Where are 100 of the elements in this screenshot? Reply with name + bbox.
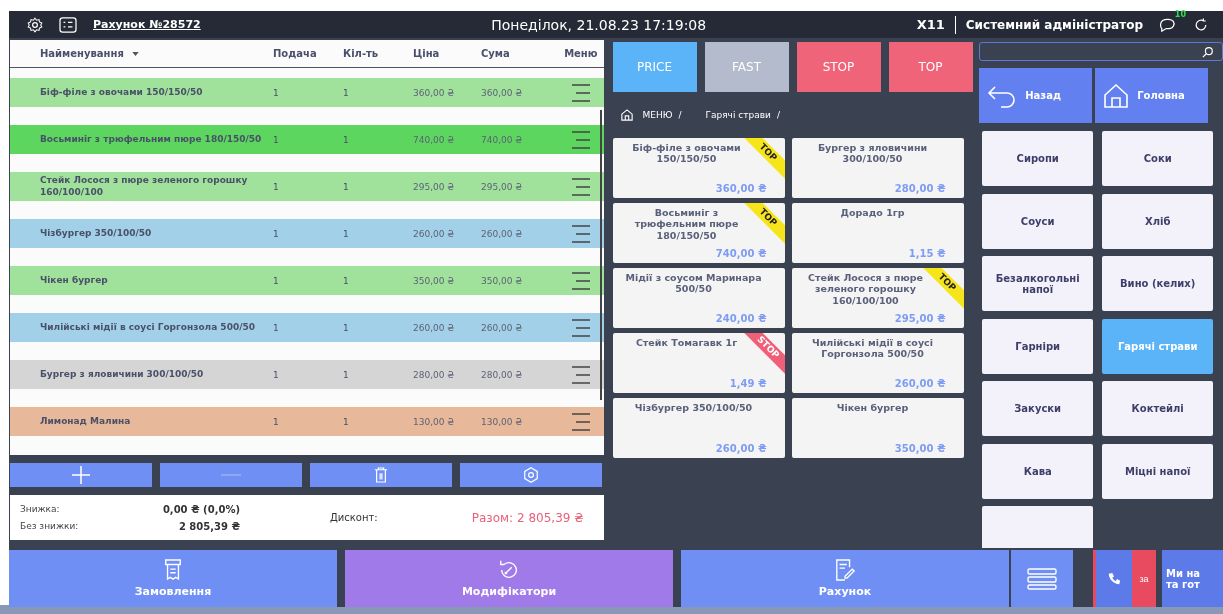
price-cell-text: 260,00 ₴ [413,322,456,333]
order-row[interactable]: Лимонад Малина 1 1 130,00 ₴ 130,00 ₴ [10,407,604,436]
menu-icon [1027,566,1057,591]
product-price: 1,49 ₴ [729,378,767,389]
breadcrumb-separator: / [776,110,780,120]
category-tile[interactable]: Соки [1102,131,1214,186]
product-tile[interactable]: Чилійські мідії в соусі Горгонзола 500/50 260,00 ₴ [791,333,964,393]
call-button[interactable]: за [1132,550,1156,607]
price-cell-text: 295,00 ₴ [413,181,456,192]
order-row[interactable]: Чилійські мідії в соусі Горгонзола 500/50 1 1 260,00 ₴ 260,00 ₴ [10,313,604,342]
column-header[interactable]: Меню [556,48,604,59]
order-row[interactable]: Чізбургер 350/100/50 1 1 260,00 ₴ 260,00 ₴ [10,219,604,248]
filter-button[interactable]: TOP [888,42,973,92]
category-tile[interactable]: Гарніри [982,318,1094,374]
product-name: Чилійські мідії в соусі Горгонзола 500/50 [811,337,934,360]
bottom-action-button[interactable]: Замовлення [9,550,337,607]
phone-button[interactable] [1096,550,1132,607]
column-header[interactable]: Найменування [40,48,273,59]
discount-card-label: Дисконт: [330,512,378,523]
price-cell-text: 360,00 ₴ [413,87,456,98]
settings-icon[interactable] [27,16,43,33]
settings-button[interactable] [460,463,602,487]
product-tile[interactable]: Дорадо 1гр 1,15 ₴ [791,203,964,263]
sum-cell-text: 260,00 ₴ [481,228,524,239]
order-row[interactable]: Чікен бургер 1 1 350,00 ₴ 350,00 ₴ [10,266,604,295]
category-tile[interactable]: Закуски [982,381,1094,436]
menu-icon[interactable] [569,270,592,291]
refresh-icon[interactable] [1193,16,1209,33]
serving-cell-text: 1 [273,369,280,380]
product-name: Стейк Томагавк 1г [635,337,738,349]
item-name: Восьминіг з трюфельним пюре 180/150/50 [40,133,263,146]
price-cell-text: 130,00 ₴ [413,416,456,427]
category-tile[interactable]: Кава [982,443,1094,499]
sort-icon[interactable] [131,51,139,56]
quantity-cell-text: 1 [343,322,350,333]
product-tile[interactable]: Бургер з яловичини 300/100/50 280,00 ₴ [791,138,964,198]
product-tile[interactable]: Чізбургер 350/100/50 260,00 ₴ [612,398,785,458]
list-icon[interactable] [59,16,77,33]
breadcrumb-link[interactable]: МЕНЮ [642,110,673,120]
item-name: Чізбургер 350/100/50 [40,227,153,240]
category-tile[interactable]: Міцні напої [1102,443,1214,499]
receipt-icon [163,559,183,581]
home-button[interactable]: Головна [1095,68,1209,123]
price-cell-text: 260,00 ₴ [413,228,456,239]
item-name: Лимонад Малина [40,415,132,428]
chat-icon[interactable] [1159,16,1177,33]
category-tile[interactable]: Коктейлі [1102,381,1214,436]
discount-label: Знижка: [20,503,60,515]
category-tile[interactable]: Вино (келих) [1102,256,1214,311]
category-tile[interactable] [982,506,1094,548]
order-row[interactable]: Стейк Лосося з пюре зеленого горошку 160/100/100 1 1 295,00 ₴ 295,00 ₴ [10,172,604,201]
sum-cell-text: 360,00 ₴ [481,87,524,98]
bottom-action-button[interactable]: Рахунок [681,550,1009,607]
quantity-cell-text: 1 [343,134,350,145]
column-header[interactable]: Ціна [413,48,481,59]
category-tile[interactable]: Сиропи [982,131,1094,186]
menu-icon[interactable] [569,82,592,103]
category-tile[interactable]: Безалкогольні напої [982,256,1094,311]
back-arrow-icon [987,83,1018,108]
sum-cell-text: 350,00 ₴ [481,275,524,286]
column-header[interactable]: Кіл-ть [343,48,413,59]
total-amount: Разом: 2 805,39 ₴ [471,510,584,525]
column-header[interactable]: Подача [273,48,343,59]
menu-button[interactable] [1011,550,1073,607]
quantity-cell-text: 1 [343,416,350,427]
bill-title[interactable]: Рахунок №28572 [93,18,201,31]
order-row[interactable]: Восьминіг з трюфельним пюре 180/150/50 1 1 740,00 ₴ 740,00 ₴ [10,125,604,154]
quantity-cell-text: 1 [343,181,350,192]
product-tile[interactable]: Мідії з соусом Маринара 500/50 240,00 ₴ [612,268,785,328]
product-price: 295,00 ₴ [894,313,946,324]
column-header[interactable]: Сума [481,48,556,59]
breadcrumb-link[interactable]: Гарячі страви [705,110,771,120]
filter-button[interactable]: STOP [796,42,881,92]
serving-cell-text: 1 [273,322,280,333]
order-row[interactable]: Біф-філе з овочами 150/150/50 1 1 360,00 ₴ 360,00 ₴ [10,78,604,107]
menu-icon[interactable] [569,176,592,197]
category-tile[interactable]: Соуси [982,193,1094,249]
scrollbar[interactable] [599,110,602,400]
home-icon[interactable] [620,109,633,121]
item-name: Чилійські мідії в соусі Горгонзола 500/50 [40,321,256,334]
order-row[interactable]: Бургер з яловичини 300/100/50 1 1 280,00 ₴ 280,00 ₴ [10,360,604,389]
product-name: Дорадо 1гр [840,207,905,219]
back-button[interactable]: Назад [979,68,1093,123]
search-icon[interactable] [1202,45,1214,58]
menu-icon[interactable] [569,411,592,432]
bottom-action-button[interactable]: Модифікатори [345,550,673,607]
menu-icon[interactable] [569,129,592,150]
sum-cell-text: 260,00 ₴ [481,322,524,333]
product-tile[interactable]: Чікен бургер 350,00 ₴ [791,398,964,458]
message-button[interactable]: Ми на та гот [1162,550,1223,607]
menu-icon[interactable] [569,223,592,244]
menu-icon[interactable] [569,317,592,338]
edit-icon [835,559,855,581]
serving-cell-text: 1 [273,87,280,98]
category-tile[interactable]: Хліб [1102,193,1214,249]
menu-icon[interactable] [569,364,592,385]
serving-cell-text: 1 [273,275,280,286]
phone-icon [1107,571,1121,586]
search-field[interactable] [979,42,1223,61]
terminal-label: X11 [916,17,945,32]
